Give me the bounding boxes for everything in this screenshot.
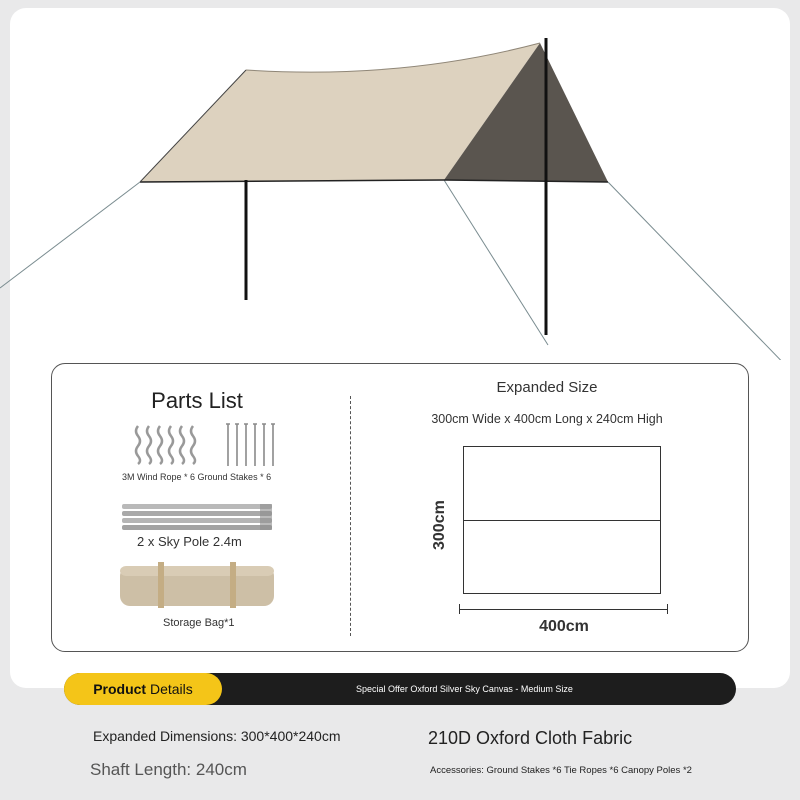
storage-bag-image [120,562,274,608]
parts-size-panel: Parts List 3M Wind Rope * 6 Ground Stake… [51,363,749,652]
rope-stakes-label: 3M Wind Rope * 6 Ground Stakes * 6 [122,472,272,482]
details-label-strong: Product [93,681,147,697]
sky-pole-image [122,504,272,530]
floor-plan-center-line [464,520,660,521]
sky-pole-label: 2 x Sky Pole 2.4m [137,534,242,549]
length-dimension-label: 400cm [539,618,589,635]
panel-divider [350,396,351,636]
guy-rope-right [607,181,782,360]
parts-list-title: Parts List [151,388,243,413]
details-label-rest: Details [146,681,193,697]
spec-fabric: 210D Oxford Cloth Fabric [428,728,633,748]
spec-expanded-dimensions: Expanded Dimensions: 300*400*240cm [93,728,341,744]
ground-stakes-image [226,423,275,466]
length-tick-right [667,604,668,614]
wind-rope-image [134,425,197,465]
expanded-size-dimensions: 300cm Wide x 400cm Long x 240cm High [431,412,663,426]
tarp-illustration [0,38,782,360]
spec-shaft-length: Shaft Length: 240cm [90,760,247,779]
product-details-badge: Product Details [64,673,222,705]
floor-plan-diagram [463,446,661,594]
guy-rope-front [443,179,549,346]
product-name: Special Offer Oxford Silver Sky Canvas -… [356,684,573,694]
length-tick-left [459,604,460,614]
spec-accessories: Accessories: Ground Stakes *6 Tie Ropes … [430,765,692,776]
guy-rope-left [0,181,141,289]
length-dimension-line [459,609,667,610]
width-dimension-label: 300cm [431,500,448,550]
expanded-size-title: Expanded Size [496,379,598,396]
product-details-bar: Product Details Special Offer Oxford Sil… [64,673,736,705]
storage-bag-label: Storage Bag*1 [163,617,235,629]
